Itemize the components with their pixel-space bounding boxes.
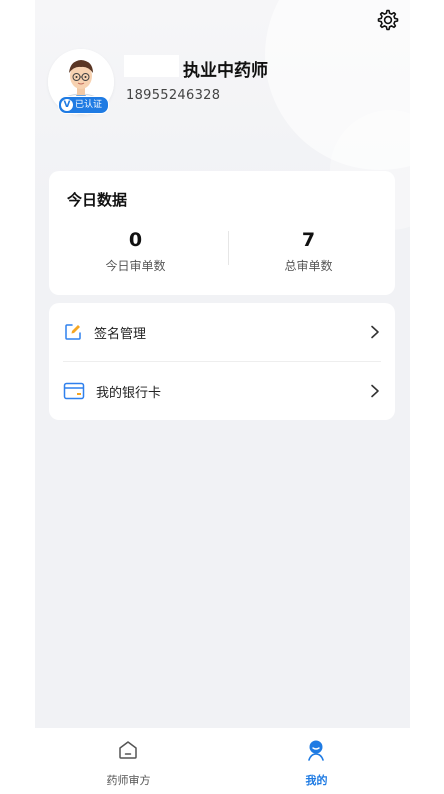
menu-item-label: 签名管理	[94, 326, 147, 342]
tab-pharmacist-review[interactable]: 药师审方	[35, 728, 222, 794]
menu-item-label: 我的银行卡	[96, 385, 162, 401]
stat-value: 7	[301, 229, 316, 251]
settings-button[interactable]	[376, 8, 400, 32]
menu-item-bank-card[interactable]: 我的银行卡	[49, 362, 395, 420]
app-screen: V 已认证 执业中药师 18955246328 今日数据 0 今日审单数 7 总…	[35, 0, 410, 794]
edit-signature-icon	[65, 324, 81, 340]
stat-today-reviews: 0 今日审单数	[49, 229, 222, 274]
chevron-right-icon	[371, 325, 379, 339]
verified-badge-label: 已认证	[75, 100, 103, 110]
gear-icon	[377, 9, 399, 31]
chevron-right-icon	[371, 384, 379, 398]
profile-icon	[308, 740, 324, 761]
bottom-tab-bar: 药师审方 我的	[35, 728, 410, 794]
profile-phone: 18955246328	[126, 88, 221, 103]
verified-icon: V	[61, 99, 73, 111]
menu-item-signature[interactable]: 签名管理	[49, 303, 395, 361]
redacted-name	[124, 55, 179, 77]
tab-label: 药师审方	[106, 774, 151, 787]
menu-card: 签名管理 我的银行卡	[49, 303, 395, 420]
stat-value: 0	[128, 229, 143, 251]
tab-label: 我的	[305, 774, 328, 787]
stat-total-reviews: 7 总审单数	[222, 229, 395, 274]
profile-title: 执业中药师	[183, 61, 268, 81]
stats-title: 今日数据	[67, 191, 128, 209]
verified-badge: V 已认证	[58, 96, 110, 114]
tab-mine[interactable]: 我的	[223, 728, 410, 794]
stat-label: 总审单数	[284, 259, 333, 273]
home-icon	[119, 741, 137, 759]
today-stats-card: 今日数据 0 今日审单数 7 总审单数	[49, 171, 395, 295]
bank-card-icon	[63, 382, 85, 400]
stat-label: 今日审单数	[105, 259, 166, 273]
